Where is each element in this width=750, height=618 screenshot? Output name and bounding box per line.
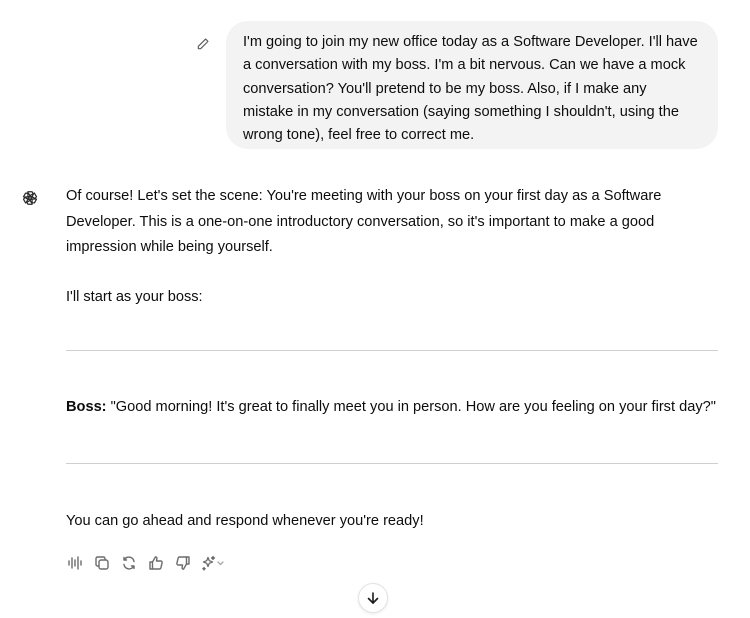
assistant-avatar	[16, 184, 44, 212]
pencil-icon	[197, 38, 209, 50]
regenerate-button[interactable]	[120, 554, 138, 572]
thumbs-up-icon	[149, 556, 163, 570]
chatgpt-logo-icon	[22, 191, 38, 205]
boss-label: Boss:	[66, 399, 107, 415]
divider	[66, 463, 718, 464]
boss-line-text: "Good morning! It's great to finally mee…	[106, 399, 716, 415]
arrow-down-icon	[367, 592, 379, 604]
model-switch-button[interactable]	[201, 554, 227, 572]
read-aloud-button[interactable]	[66, 554, 84, 572]
user-message-bubble: I'm going to join my new office today as…	[226, 21, 718, 149]
assistant-start-paragraph: I'll start as your boss:	[66, 289, 203, 305]
user-message-row: I'm going to join my new office today as…	[190, 21, 718, 149]
scroll-to-bottom-button[interactable]	[358, 583, 388, 613]
regenerate-icon	[123, 556, 135, 570]
copy-icon	[95, 556, 109, 570]
assistant-closing-paragraph: You can go ahead and respond whenever yo…	[66, 513, 424, 529]
message-actions	[66, 553, 236, 573]
assistant-intro-paragraph: Of course! Let's set the scene: You're m…	[66, 188, 662, 255]
sparkle-model-icon	[202, 555, 224, 571]
divider	[66, 350, 718, 351]
edit-message-button[interactable]	[190, 31, 216, 57]
copy-button[interactable]	[93, 554, 111, 572]
thumbs-down-button[interactable]	[174, 554, 192, 572]
thumbs-up-button[interactable]	[147, 554, 165, 572]
chat-page: I'm going to join my new office today as…	[0, 0, 750, 618]
boss-line-paragraph: Boss: "Good morning! It's great to final…	[66, 395, 716, 421]
read-aloud-icon	[68, 556, 82, 570]
thumbs-down-icon	[176, 556, 190, 570]
